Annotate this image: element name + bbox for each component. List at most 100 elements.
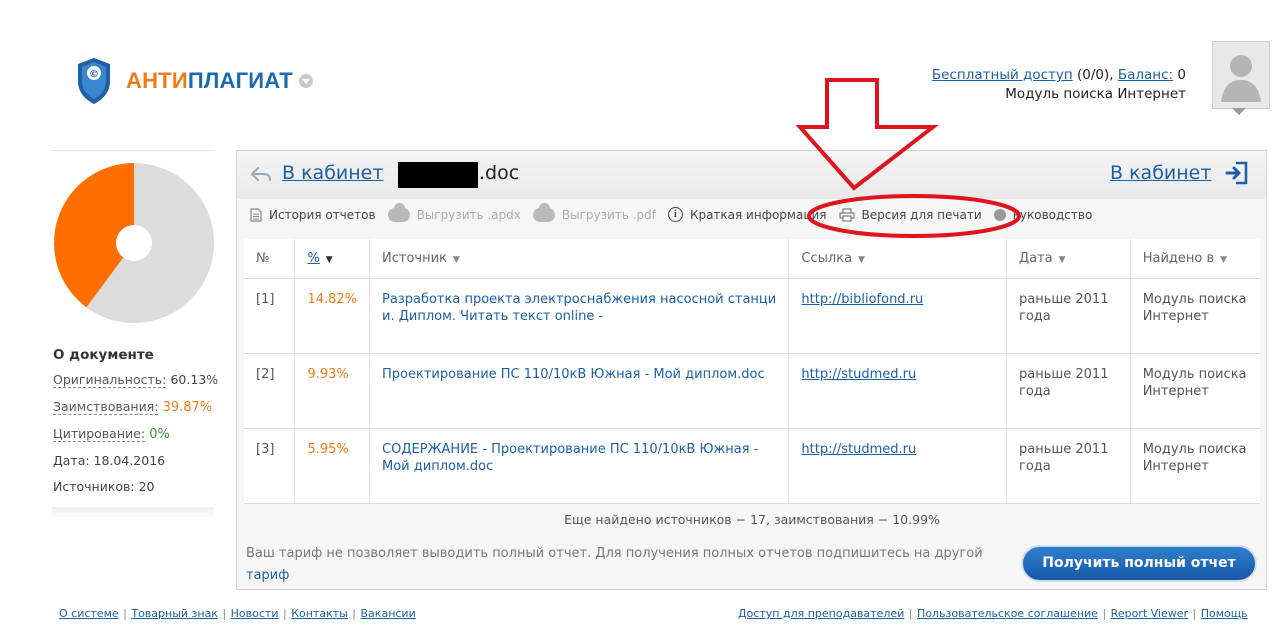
document-date: Дата: 18.04.2016 xyxy=(53,453,166,468)
col-header-link[interactable]: Ссылка ▼ xyxy=(788,239,1007,279)
door-exit-icon[interactable] xyxy=(1224,160,1250,186)
footer-link-trademark[interactable]: Товарный знак xyxy=(131,607,218,620)
history-button[interactable]: История отчетов xyxy=(250,208,376,222)
sort-desc-icon: ▼ xyxy=(325,255,333,265)
row-percent: 14.82% xyxy=(294,278,371,354)
guide-label: Руководство xyxy=(1012,207,1093,222)
tariff-link[interactable]: тариф xyxy=(246,568,289,583)
sources-count: Источников: 20 xyxy=(53,479,155,494)
row-num: [3] xyxy=(244,428,296,504)
footer-link-about[interactable]: О системе xyxy=(59,607,119,620)
brand-name: АНТИПЛАГИАТ xyxy=(126,68,293,93)
export-pdf-label: Выгрузить .pdf xyxy=(561,207,656,222)
about-document: О документе Оригинальность: 60.13% Заимс… xyxy=(53,345,218,500)
history-label: История отчетов xyxy=(269,207,376,222)
borrowing-label[interactable]: Заимствования: xyxy=(53,399,159,415)
cabinet-link[interactable]: В кабинет xyxy=(1110,162,1211,184)
footer-link-agreement[interactable]: Пользовательское соглашение xyxy=(917,607,1098,620)
row-date: раньше 2011 года xyxy=(1006,353,1131,429)
table-header-row: № % ▼ Источник ▼ Ссылка ▼ Дата ▼ Найдено в ▼ xyxy=(244,239,1260,279)
svg-text:©: © xyxy=(89,69,99,80)
get-full-report-button[interactable]: Получить полный отчет xyxy=(1021,545,1257,582)
row-link-cell: http://studmed.ru xyxy=(788,428,1007,504)
row-num: [1] xyxy=(244,278,296,354)
pie-center-hole xyxy=(116,225,152,261)
info-icon: i xyxy=(667,207,683,222)
citation-label[interactable]: Цитирование: xyxy=(53,426,146,442)
borrowing-value: 39.87% xyxy=(162,400,213,415)
print-version-label: Версия для печати xyxy=(861,207,982,222)
footer-link-news[interactable]: Новости xyxy=(231,607,279,620)
tariff-notice-text: Ваш тариф не позволяет выводить полный о… xyxy=(246,546,983,561)
row-link-cell: http://studmed.ru xyxy=(788,353,1007,429)
originality-value: 60.13% xyxy=(170,372,219,387)
sidebar-bottom-divider xyxy=(52,507,214,517)
brand-menu-caret-icon[interactable] xyxy=(298,74,313,88)
free-access-link[interactable]: Бесплатный доступ xyxy=(932,67,1073,83)
cloud-download-icon xyxy=(387,202,410,222)
back-to-cabinet-link[interactable]: В кабинет xyxy=(282,162,383,184)
footer-link-help[interactable]: Помощь xyxy=(1201,607,1248,620)
row-found-in: Модуль поиска Интернет xyxy=(1130,428,1260,504)
citation-value: 0% xyxy=(149,427,170,442)
table-row: [1] 14.82% Разработка проекта электросна… xyxy=(244,278,1260,354)
cloud-download-icon xyxy=(532,202,555,222)
footer-link-contacts[interactable]: Контакты xyxy=(291,607,348,620)
printer-icon xyxy=(839,208,855,221)
originality-label[interactable]: Оригинальность: xyxy=(53,372,167,388)
account-info: Бесплатный доступ (0/0), Баланс: 0 Модул… xyxy=(932,66,1186,104)
col-header-num: № xyxy=(244,239,296,279)
col-header-source[interactable]: Источник ▼ xyxy=(369,239,790,279)
row-date: раньше 2011 года xyxy=(1006,278,1131,354)
back-arrow-icon[interactable] xyxy=(250,166,272,182)
row-source[interactable]: Разработка проекта электроснабжения насо… xyxy=(369,278,790,354)
row-found-in: Модуль поиска Интернет xyxy=(1130,353,1260,429)
sort-icon: ▼ xyxy=(1220,255,1228,265)
sources-table: № % ▼ Источник ▼ Ссылка ▼ Дата ▼ Найдено в ▼ … xyxy=(244,239,1260,504)
row-source[interactable]: СОДЕРЖАНИЕ - Проектирование ПС 110/10кВ … xyxy=(369,428,790,504)
help-icon xyxy=(993,208,1006,221)
tariff-notice: Ваш тариф не позволяет выводить полный о… xyxy=(246,543,1006,587)
site-logo[interactable]: © АНТИПЛАГИАТ xyxy=(76,57,313,105)
about-title: О документе xyxy=(53,347,154,363)
col-header-percent[interactable]: % ▼ xyxy=(294,239,371,279)
export-pdf-button[interactable]: Выгрузить .pdf xyxy=(532,202,656,222)
avatar-menu-caret-icon[interactable] xyxy=(1232,108,1246,115)
originality-pie-chart xyxy=(54,163,214,323)
guide-button[interactable]: Руководство xyxy=(993,207,1093,222)
row-link[interactable]: http://studmed.ru xyxy=(801,442,916,457)
search-module-label: Модуль поиска Интернет xyxy=(1005,86,1186,102)
shield-logo-icon: © xyxy=(78,58,110,104)
row-percent: 5.95% xyxy=(294,428,371,504)
row-percent: 9.93% xyxy=(294,353,371,429)
footer-link-teachers[interactable]: Доступ для преподавателей xyxy=(738,607,904,620)
sort-icon: ▼ xyxy=(858,255,865,265)
table-row: [2] 9.93% Проектирование ПС 110/10кВ Южн… xyxy=(244,353,1260,429)
row-link[interactable]: http://studmed.ru xyxy=(801,367,916,382)
row-link-cell: http://bibliofond.ru xyxy=(788,278,1007,354)
row-source[interactable]: Проектирование ПС 110/10кВ Южная - Мой д… xyxy=(369,353,790,429)
brief-info-label: Краткая информация xyxy=(689,207,827,222)
report-toolbar: История отчетов Выгрузить .apdx Выгрузит… xyxy=(250,202,1104,222)
balance-link[interactable]: Баланс: xyxy=(1118,67,1173,83)
footer-link-vacancies[interactable]: Вакансии xyxy=(361,607,416,620)
sort-icon: ▼ xyxy=(1058,255,1066,265)
footer-left-links: О системе | Товарный знак | Новости | Ко… xyxy=(59,607,416,620)
col-header-date[interactable]: Дата ▼ xyxy=(1006,239,1131,279)
free-access-count: (0/0), xyxy=(1072,67,1118,83)
export-apdx-label: Выгрузить .apdx xyxy=(416,207,521,222)
sort-icon: ▼ xyxy=(452,255,460,265)
brief-info-button[interactable]: i Краткая информация xyxy=(667,207,827,222)
avatar[interactable] xyxy=(1212,41,1270,109)
export-apdx-button[interactable]: Выгрузить .apdx xyxy=(387,202,521,222)
footer-right-links: Доступ для преподавателей | Пользователь… xyxy=(738,607,1248,620)
document-extension: .doc xyxy=(479,162,520,184)
row-link[interactable]: http://bibliofond.ru xyxy=(801,292,923,307)
footer-link-report-viewer[interactable]: Report Viewer xyxy=(1111,607,1188,620)
more-sources-summary: Еще найдено источников − 17, заимствован… xyxy=(564,512,940,527)
print-version-button[interactable]: Версия для печати xyxy=(839,208,982,222)
row-date: раньше 2011 года xyxy=(1006,428,1131,504)
col-header-found-in[interactable]: Найдено в ▼ xyxy=(1130,239,1260,279)
document-icon xyxy=(250,207,262,222)
row-num: [2] xyxy=(244,353,296,429)
